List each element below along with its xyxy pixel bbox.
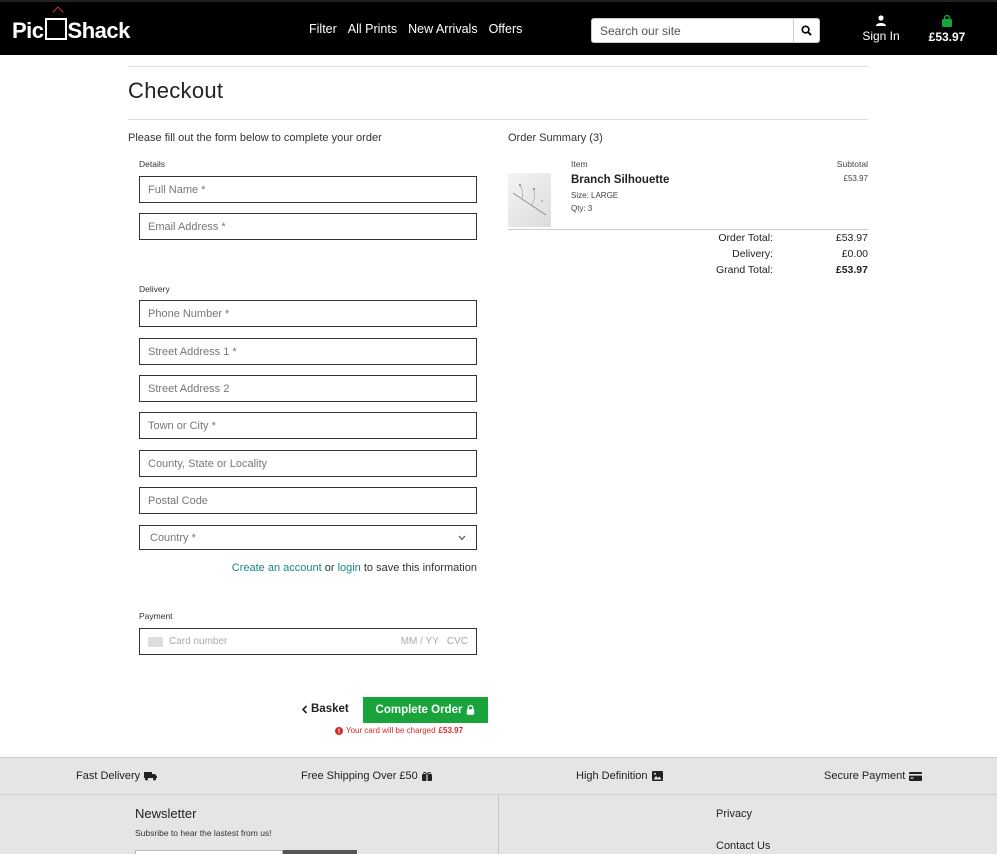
divider xyxy=(128,119,868,120)
divider xyxy=(128,66,868,67)
main-nav: Filter All Prints New Arrivals Offers xyxy=(309,22,522,36)
account-or-text: or xyxy=(324,562,335,574)
login-link[interactable]: login xyxy=(338,562,361,574)
county-field[interactable] xyxy=(139,450,477,477)
nav-filter[interactable]: Filter xyxy=(309,22,337,36)
charge-amount: £53.97 xyxy=(438,726,464,735)
form-intro: Please fill out the form below to comple… xyxy=(128,132,382,144)
order-total-row: Order Total: £53.97 xyxy=(650,232,868,244)
delivery-total-row: Delivery: £0.00 xyxy=(650,248,868,260)
feature-high-definition: High Definition xyxy=(576,770,663,782)
postal-code-field[interactable] xyxy=(139,487,477,514)
feature-fast-delivery: Fast Delivery xyxy=(76,770,158,782)
credit-card-icon xyxy=(148,636,163,647)
feature-secure-payment: Secure Payment xyxy=(824,770,923,782)
grand-total-row: Grand Total: £53.97 xyxy=(650,264,868,276)
details-label: Details xyxy=(139,159,165,169)
card-number-placeholder: Card number xyxy=(169,636,228,647)
charge-warning-text: Your card will be charged xyxy=(346,726,436,735)
order-total-label: Order Total: xyxy=(718,232,773,244)
complete-order-button[interactable]: Complete Order xyxy=(363,697,488,723)
sign-in-label: Sign In xyxy=(862,29,900,43)
user-icon xyxy=(876,15,886,26)
basket-link-label: Basket xyxy=(311,703,349,715)
grand-total-value: £53.97 xyxy=(835,264,868,276)
basket-link[interactable]: £53.97 xyxy=(928,15,966,44)
delivery-total-value: £0.00 xyxy=(841,248,868,260)
complete-order-label: Complete Order xyxy=(375,704,463,716)
site-search xyxy=(591,18,820,43)
create-account-link[interactable]: Create an account xyxy=(232,562,322,574)
site-footer: Newsletter Subsribe to hear the lastest … xyxy=(0,795,997,854)
payment-label: Payment xyxy=(139,611,173,621)
street-address-1-field[interactable] xyxy=(139,338,477,365)
search-input[interactable] xyxy=(591,18,793,43)
sign-in-link[interactable]: Sign In xyxy=(860,15,902,43)
gift-icon xyxy=(421,771,432,781)
product-subtotal: £53.97 xyxy=(843,174,868,183)
back-to-basket-link[interactable]: Basket xyxy=(301,703,349,715)
newsletter-subscribe-button[interactable] xyxy=(283,850,357,854)
feature-label: Fast Delivery xyxy=(76,770,141,782)
feature-label: Free Shipping Over £50 xyxy=(301,770,418,782)
divider xyxy=(508,229,868,230)
delivery-total-label: Delivery: xyxy=(732,248,773,260)
newsletter-title: Newsletter xyxy=(135,806,197,821)
card-cvc-placeholder: CVC xyxy=(446,636,468,647)
top-navbar: Pic Shack Filter All Prints New Arrivals… xyxy=(0,0,997,55)
feature-label: Secure Payment xyxy=(824,770,906,782)
nav-new-arrivals[interactable]: New Arrivals xyxy=(408,22,477,36)
footer-divider xyxy=(498,795,499,854)
truck-icon xyxy=(144,772,158,781)
country-select-value: Country * xyxy=(150,531,196,544)
order-summary-title: Order Summary (3) xyxy=(508,132,603,144)
logo-text-right: Shack xyxy=(67,18,131,43)
feature-label: High Definition xyxy=(576,770,648,782)
product-name[interactable]: Branch Silhouette xyxy=(571,174,669,186)
full-name-field[interactable] xyxy=(139,176,477,203)
search-icon xyxy=(801,25,812,36)
card-expiry-placeholder: MM / YY xyxy=(400,636,439,647)
page-title: Checkout xyxy=(128,78,224,103)
features-bar: Fast Delivery Free Shipping Over £50 Hig… xyxy=(0,757,997,795)
credit-card-icon xyxy=(909,771,923,781)
lock-icon xyxy=(467,705,475,715)
logo-text-left: Pic xyxy=(12,18,44,43)
card-input[interactable]: Card number MM / YY CVC xyxy=(139,628,477,655)
newsletter-email-input[interactable] xyxy=(135,850,283,854)
order-total-value: £53.97 xyxy=(835,232,868,244)
footer-link-privacy[interactable]: Privacy xyxy=(716,808,752,820)
footer-link-contact[interactable]: Contact Us xyxy=(716,840,770,852)
account-prompt: Create an account or login to save this … xyxy=(139,562,477,574)
street-address-2-field[interactable] xyxy=(139,375,477,402)
charge-warning: Your card will be charged £53.97 xyxy=(335,726,463,735)
product-qty: Qty: 3 xyxy=(571,204,593,213)
shopping-bag-icon xyxy=(942,15,952,27)
chevron-down-icon xyxy=(458,535,466,540)
column-header-item: Item xyxy=(571,159,588,169)
town-city-field[interactable] xyxy=(139,412,477,439)
country-select[interactable]: Country * xyxy=(139,525,477,550)
account-suffix-text: to save this information xyxy=(363,562,477,574)
product-thumbnail[interactable] xyxy=(508,173,551,227)
alert-circle-icon xyxy=(335,726,343,735)
grand-total-label: Grand Total: xyxy=(715,264,773,276)
delivery-label: Delivery xyxy=(139,284,170,294)
cart-total: £53.97 xyxy=(928,30,966,44)
column-header-subtotal: Subtotal xyxy=(836,159,868,169)
nav-all-prints[interactable]: All Prints xyxy=(348,22,397,36)
email-field[interactable] xyxy=(139,213,477,240)
site-logo[interactable]: Pic Shack xyxy=(12,6,131,46)
search-button[interactable] xyxy=(793,18,820,43)
chevron-left-icon xyxy=(301,704,308,714)
phone-field[interactable] xyxy=(139,300,477,327)
nav-offers[interactable]: Offers xyxy=(489,22,523,36)
feature-free-shipping: Free Shipping Over £50 xyxy=(301,770,432,782)
newsletter-subtitle: Subsribe to hear the lastest from us! xyxy=(135,828,272,838)
logo-frame-icon xyxy=(44,6,67,40)
product-size: Size: LARGE xyxy=(571,191,619,200)
image-icon xyxy=(651,771,663,781)
